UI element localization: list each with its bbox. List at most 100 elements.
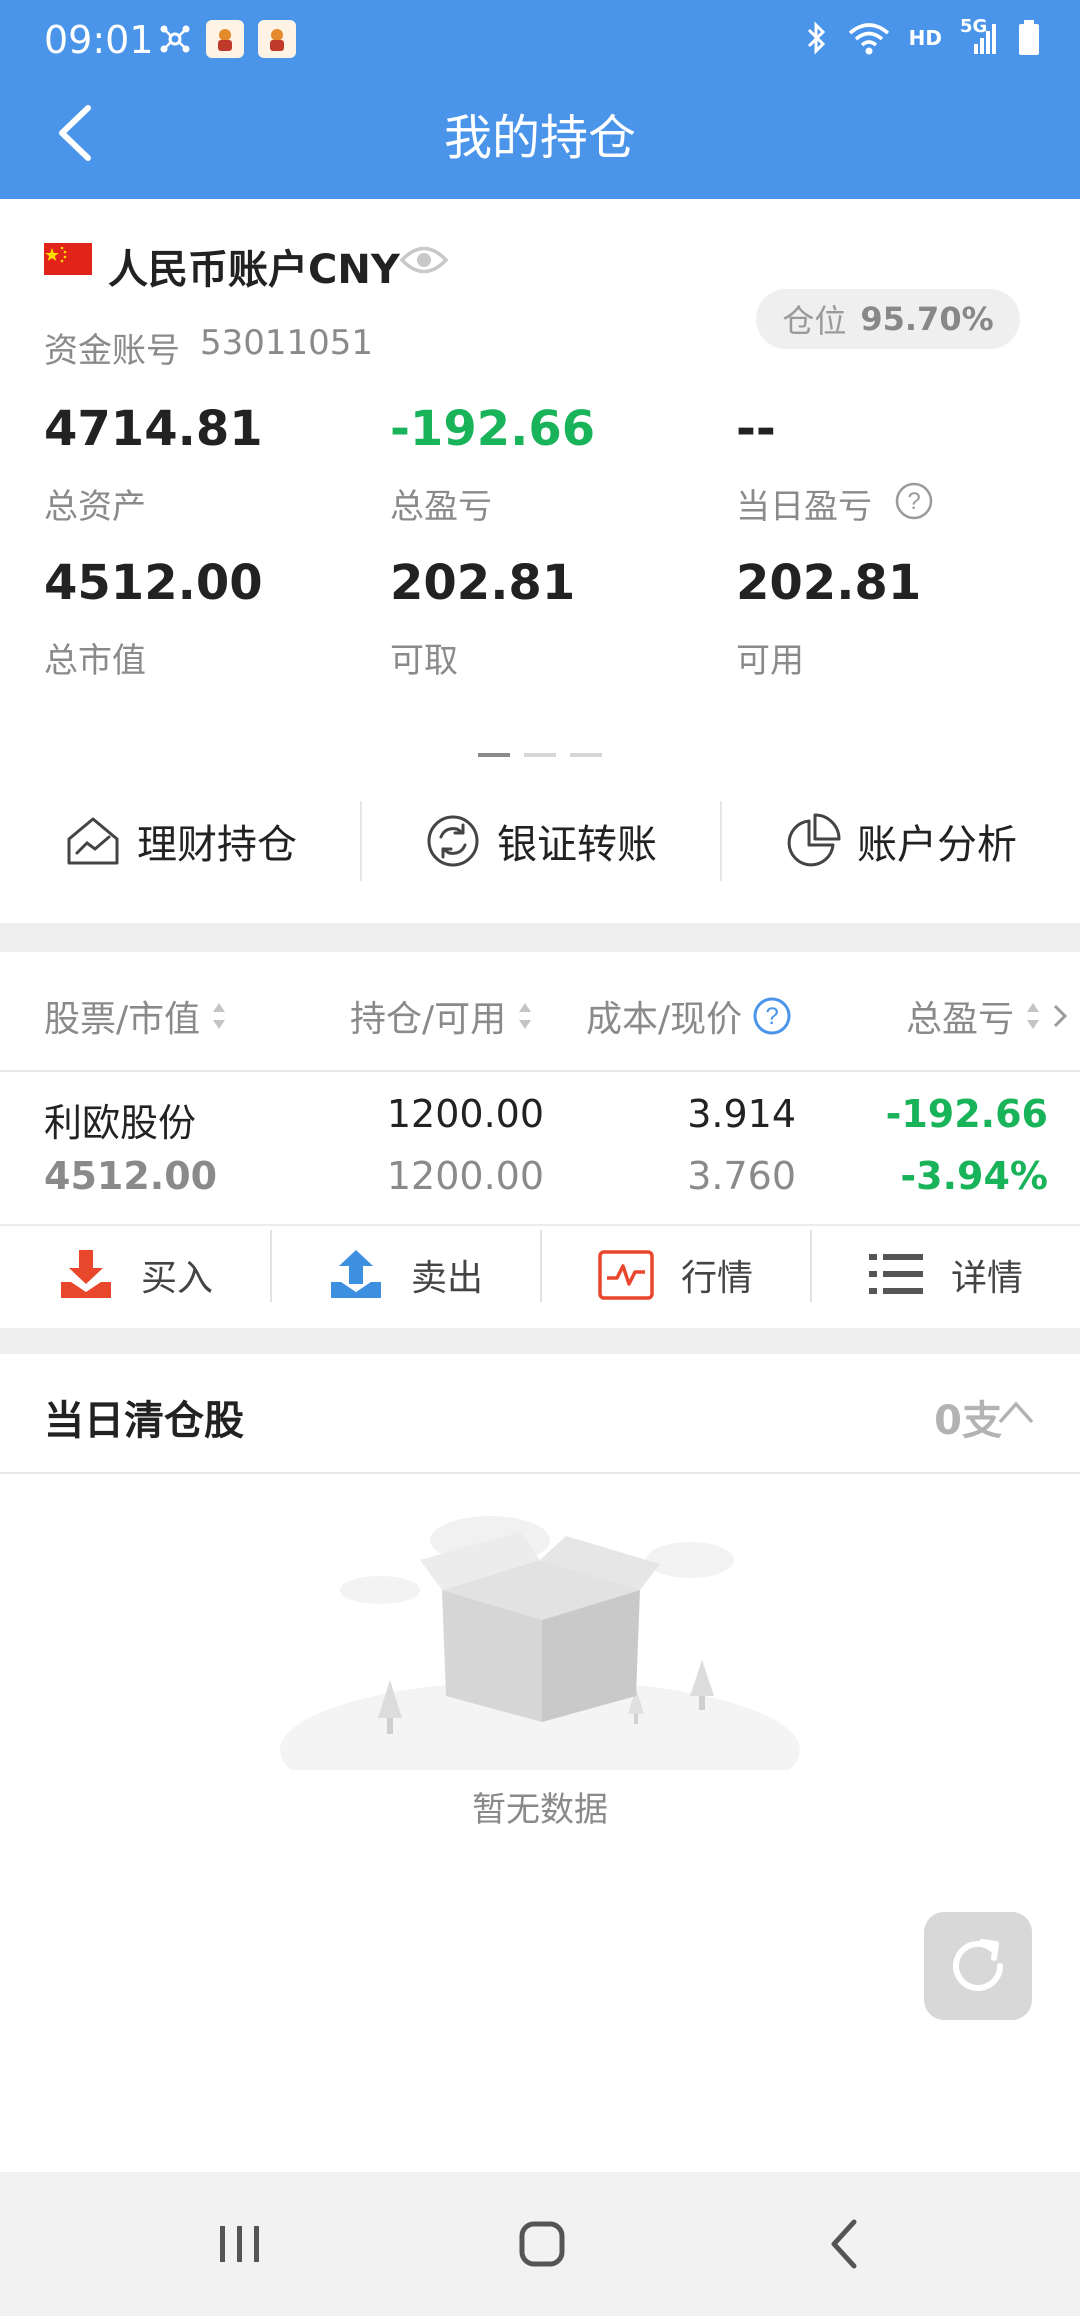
chevron-up-icon[interactable] [996, 1398, 1036, 1426]
page-dot [524, 753, 556, 757]
position-ratio-badge: 仓位 95.70% [756, 289, 1020, 349]
refresh-icon [953, 1939, 1003, 1991]
status-time: 09:01 [44, 18, 154, 62]
bluetooth-icon [807, 21, 825, 55]
total-pnl-label: 总盈亏 [390, 487, 492, 527]
column-label: 成本/现价 [586, 999, 743, 1040]
current-price: 3.760 [687, 1154, 796, 1198]
status-bar: 09:01 HD 5G [0, 0, 1080, 80]
app-notification-icon [206, 20, 244, 58]
list-details-icon [868, 1254, 923, 1294]
sell-upload-icon [330, 1250, 381, 1298]
bank-transfer-button[interactable]: 银证转账 [360, 791, 720, 891]
account-analysis-label: 账户分析 [857, 822, 1017, 868]
available-label: 可用 [736, 641, 804, 681]
wealth-holdings-label: 理财持仓 [137, 822, 297, 868]
column-label: 持仓/可用 [350, 999, 507, 1040]
total-pnl: -192.66 [885, 1092, 1048, 1136]
position-value: 95.70% [860, 300, 994, 338]
refresh-button[interactable] [924, 1912, 1032, 2020]
network-hub-icon [160, 25, 190, 53]
available-value: 202.81 [736, 555, 922, 611]
empty-state-text: 暂无数据 [472, 1790, 608, 1830]
cleared-stocks-title: 当日清仓股 [44, 1398, 244, 1444]
holding-quantity: 1200.00 [386, 1092, 544, 1136]
bank-transfer-label: 银证转账 [497, 822, 657, 868]
daily-pnl-value: -- [736, 401, 776, 457]
column-label: 总盈亏 [906, 999, 1015, 1040]
page-dot-active [478, 753, 510, 757]
hd-indicator: HD [908, 26, 942, 50]
account-summary-card: 人民币账户CNY 资金账号 53011051 仓位 95.70% 4714.81… [0, 199, 1080, 923]
status-notification-icons [158, 20, 296, 58]
market-quote-button[interactable]: 行情 [540, 1226, 810, 1324]
column-cost-price[interactable]: 成本/现价 ? [586, 990, 792, 1042]
account-analysis-button[interactable]: 账户分析 [720, 791, 1080, 891]
empty-box-illustration [280, 1516, 800, 1770]
china-flag-icon [44, 243, 92, 275]
total-pnl-percent: -3.94% [900, 1154, 1048, 1198]
total-pnl-value: -192.66 [390, 401, 596, 457]
wifi-icon [848, 23, 889, 55]
app-header: 09:01 HD 5G 我的持仓 [0, 0, 1080, 199]
battery-icon [1019, 20, 1039, 55]
svg-text:?: ? [765, 1003, 778, 1030]
house-chart-icon [67, 817, 119, 865]
quick-actions: 理财持仓 银证转账 账户分析 [0, 791, 1080, 891]
cleared-stocks-count: 0支 [934, 1398, 1002, 1444]
market-chart-icon [598, 1250, 654, 1300]
stock-name: 利欧股份 [44, 1101, 197, 1145]
back-icon[interactable] [814, 2212, 878, 2276]
total-market-value-label: 总市值 [44, 641, 146, 681]
eye-visibility-icon[interactable] [400, 243, 448, 277]
column-total-pnl[interactable]: 总盈亏 [906, 990, 1068, 1042]
column-holding-available[interactable]: 持仓/可用 [350, 990, 534, 1042]
system-navigation-bar [0, 2172, 1080, 2316]
cleared-stocks-header[interactable]: 当日清仓股 0支 [0, 1354, 1080, 1474]
buy-download-icon [60, 1250, 111, 1298]
daily-pnl-label: 当日盈亏 [736, 487, 872, 527]
status-system-icons: HD 5G [805, 16, 1040, 56]
cost-price: 3.914 [687, 1092, 796, 1136]
section-divider [0, 1328, 1080, 1354]
row-actions: 买入 卖出 行情 详情 [0, 1224, 1080, 1324]
transfer-cycle-icon [427, 815, 479, 867]
pie-chart-icon [787, 813, 841, 867]
sort-icon [519, 1003, 532, 1029]
withdrawable-value: 202.81 [390, 555, 576, 611]
buy-label: 买入 [140, 1258, 213, 1299]
total-assets-value: 4714.81 [44, 401, 263, 457]
page-indicator [478, 753, 602, 757]
app-notification-icon [258, 20, 296, 58]
table-row[interactable]: 利欧股份 4512.00 1200.00 1200.00 3.914 3.760… [0, 1074, 1080, 1224]
section-divider [0, 923, 1080, 952]
market-quote-label: 行情 [680, 1258, 753, 1299]
sort-icon [213, 1003, 226, 1029]
details-button[interactable]: 详情 [810, 1226, 1080, 1324]
sell-label: 卖出 [410, 1258, 483, 1299]
account-name: 人民币账户CNY [108, 247, 400, 293]
available-quantity: 1200.00 [386, 1154, 544, 1198]
position-label: 仓位 [782, 302, 847, 340]
signal-icon: 5G [960, 16, 1000, 56]
column-label: 股票/市值 [44, 999, 201, 1040]
wealth-holdings-button[interactable]: 理财持仓 [0, 791, 360, 891]
withdrawable-label: 可取 [390, 641, 458, 681]
page-title: 我的持仓 [443, 110, 636, 166]
total-assets-label: 总资产 [44, 487, 146, 527]
sort-icon [1027, 1003, 1040, 1029]
buy-button[interactable]: 买入 [0, 1226, 270, 1324]
column-stock-marketvalue[interactable]: 股票/市值 [44, 990, 228, 1042]
holdings-table-header: 股票/市值 持仓/可用 成本/现价 ? 总盈亏 [0, 952, 1080, 1072]
sell-button[interactable]: 卖出 [270, 1226, 540, 1324]
svg-text:?: ? [907, 488, 920, 515]
chevron-right-icon[interactable] [1052, 1002, 1068, 1030]
account-id: 53011051 [200, 323, 374, 363]
home-icon[interactable] [510, 2212, 574, 2276]
account-id-label: 资金账号 [44, 331, 180, 371]
total-market-value: 4512.00 [44, 555, 263, 611]
recent-apps-icon[interactable] [208, 2212, 272, 2276]
stock-market-value: 4512.00 [44, 1154, 218, 1198]
help-question-icon[interactable]: ? [752, 996, 792, 1036]
help-question-icon[interactable]: ? [894, 481, 934, 521]
